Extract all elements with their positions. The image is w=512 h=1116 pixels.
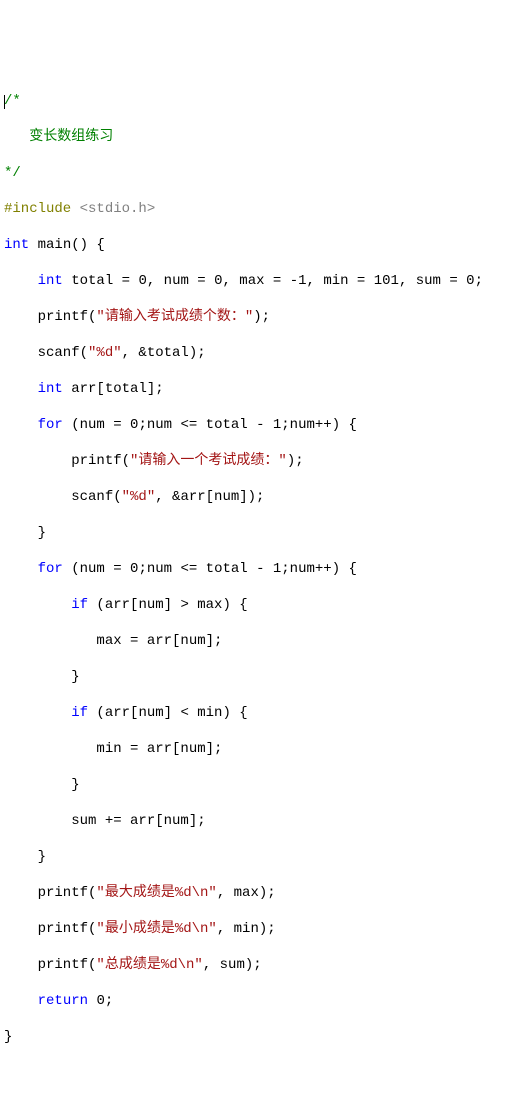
code-line: for (num = 0;num <= total - 1;num++) {: [4, 560, 508, 578]
keyword-token: if: [71, 597, 88, 613]
code-line: 变长数组练习: [4, 128, 508, 146]
comment-token: /*: [4, 93, 21, 109]
code-line: min = arr[num];: [4, 740, 508, 758]
code-line: }: [4, 524, 508, 542]
code-line: int total = 0, num = 0, max = -1, min = …: [4, 272, 508, 290]
code-token: main() {: [29, 237, 105, 253]
string-token: "最大成绩是%d\n": [96, 885, 216, 901]
code-line: for (num = 0;num <= total - 1;num++) {: [4, 416, 508, 434]
code-line: max = arr[num];: [4, 632, 508, 650]
code-line: #include <stdio.h>: [4, 200, 508, 218]
keyword-token: for: [38, 417, 63, 433]
preprocessor-token: #include: [4, 201, 80, 217]
code-line: scanf("%d", &total);: [4, 344, 508, 362]
comment-token: 变长数组练习: [4, 129, 113, 145]
code-line: return 0;: [4, 992, 508, 1010]
code-line: }: [4, 1028, 508, 1046]
string-token: "最小成绩是%d\n": [96, 921, 216, 937]
keyword-token: for: [38, 561, 63, 577]
keyword-token: int: [38, 273, 63, 289]
code-line: if (arr[num] > max) {: [4, 596, 508, 614]
keyword-token: if: [71, 705, 88, 721]
code-line: printf("最大成绩是%d\n", max);: [4, 884, 508, 902]
code-editor: /* 变长数组练习 */ #include <stdio.h> int main…: [4, 74, 508, 1064]
code-line: printf("最小成绩是%d\n", min);: [4, 920, 508, 938]
comment-token: */: [4, 165, 21, 181]
code-line: printf("请输入一个考试成绩：");: [4, 452, 508, 470]
code-line: }: [4, 848, 508, 866]
keyword-token: return: [38, 993, 88, 1009]
header-include-token: <stdio.h>: [80, 201, 156, 217]
keyword-token: int: [38, 381, 63, 397]
code-line: if (arr[num] < min) {: [4, 704, 508, 722]
string-token: "请输入一个考试成绩：": [130, 453, 287, 469]
string-token: "%d": [88, 345, 122, 361]
code-line: }: [4, 776, 508, 794]
string-token: "%d": [122, 489, 156, 505]
code-line: printf("请输入考试成绩个数：");: [4, 308, 508, 326]
string-token: "请输入考试成绩个数：": [96, 309, 253, 325]
code-line: scanf("%d", &arr[num]);: [4, 488, 508, 506]
code-line: /*: [4, 92, 508, 110]
string-token: "总成绩是%d\n": [96, 957, 202, 973]
code-line: int main() {: [4, 236, 508, 254]
code-line: */: [4, 164, 508, 182]
code-line: }: [4, 668, 508, 686]
keyword-token: int: [4, 237, 29, 253]
code-line: sum += arr[num];: [4, 812, 508, 830]
code-line: printf("总成绩是%d\n", sum);: [4, 956, 508, 974]
code-line: int arr[total];: [4, 380, 508, 398]
